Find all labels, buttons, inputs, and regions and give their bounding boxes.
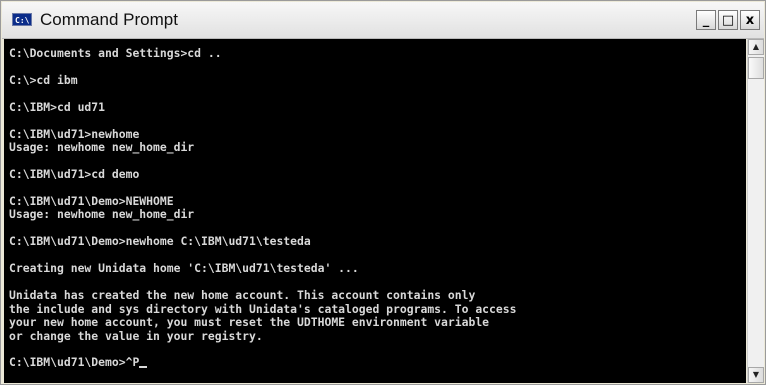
window-title: Command Prompt — [40, 10, 178, 29]
console-line: C:\>cd ibm — [9, 72, 78, 87]
console-text: C:\Documents and Settings>cd .. C:\>cd i… — [4, 39, 746, 370]
console-line: Unidata has created the new home account… — [9, 288, 476, 303]
scroll-up-icon[interactable]: ▲ — [748, 39, 764, 55]
console-line: C:\IBM>cd ud71 — [9, 99, 106, 114]
console-line: C:\IBM\ud71>newhome — [9, 126, 140, 141]
command-prompt-window: C:\ Command Prompt _ □ x C:\Documents an… — [0, 0, 766, 385]
command-input-line[interactable]: C:\IBM\ud71\Demo>^P — [9, 356, 746, 369]
text-cursor — [139, 366, 148, 369]
minimize-button[interactable]: _ — [696, 10, 716, 30]
console-line: Usage: newhome new_home_dir — [9, 207, 195, 222]
console-line: C:\Documents and Settings>cd .. — [9, 46, 222, 60]
title-bar[interactable]: C:\ Command Prompt _ □ x — [2, 2, 764, 39]
console-line: C:\IBM\ud71\Demo>newhome C:\IBM\ud71\tes… — [9, 234, 311, 249]
console-line: C:\IBM\ud71\Demo>NEWHOME — [9, 193, 174, 208]
close-button[interactable]: x — [740, 10, 760, 30]
console-line: the include and sys directory with Unida… — [9, 301, 517, 316]
scroll-thumb[interactable] — [748, 57, 764, 79]
console-line: your new home account, you must reset th… — [9, 315, 490, 330]
console-line: C:\IBM\ud71>cd demo — [9, 167, 140, 182]
console-output[interactable]: C:\Documents and Settings>cd .. C:\>cd i… — [4, 39, 746, 383]
prompt-text: C:\IBM\ud71\Demo>^P — [9, 355, 140, 370]
vertical-scrollbar[interactable]: ▲ ▼ — [747, 39, 764, 383]
console-line: or change the value in your registry. — [9, 328, 263, 343]
command-prompt-icon[interactable]: C:\ — [12, 13, 32, 26]
console-line: Usage: newhome new_home_dir — [9, 140, 195, 155]
maximize-button[interactable]: □ — [718, 10, 738, 30]
scroll-down-icon[interactable]: ▼ — [748, 367, 764, 383]
console-line: Creating new Unidata home 'C:\IBM\ud71\t… — [9, 261, 359, 276]
window-controls: _ □ x — [696, 10, 760, 30]
